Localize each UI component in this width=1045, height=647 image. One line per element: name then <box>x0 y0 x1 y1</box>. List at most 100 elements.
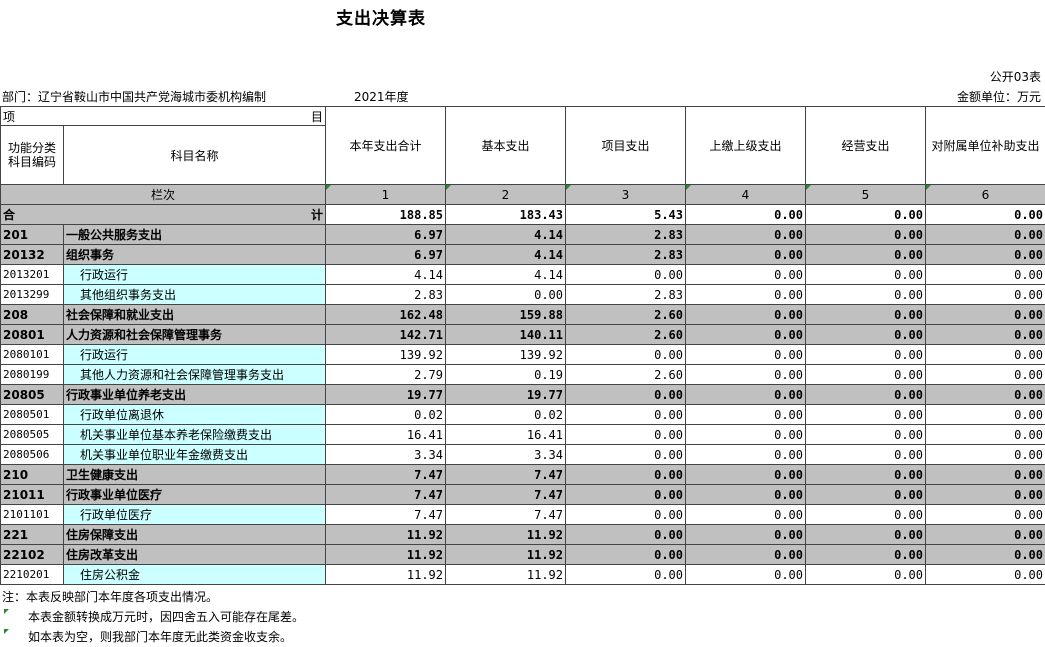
amount-cell: 0.00 <box>686 485 806 505</box>
total-value: 0.00 <box>806 205 926 225</box>
amount-cell: 0.00 <box>686 285 806 305</box>
amount-cell: 0.00 <box>806 405 926 425</box>
subject-name: 卫生健康支出 <box>64 465 326 485</box>
amount-cell: 142.71 <box>326 325 446 345</box>
col-header-basic: 基本支出 <box>446 107 566 185</box>
amount-cell: 0.00 <box>566 565 686 585</box>
subject-code: 20805 <box>1 385 64 405</box>
amount-cell: 0.00 <box>566 545 686 565</box>
amount-cell: 0.00 <box>566 265 686 285</box>
amount-cell: 159.88 <box>446 305 566 325</box>
amount-cell: 6.97 <box>326 245 446 265</box>
notes: 注：本表反映部门本年度各项支出情况。 本表金额转换成万元时，因四舍五入可能存在尾… <box>2 587 304 647</box>
total-value: 188.85 <box>326 205 446 225</box>
amount-cell: 0.00 <box>926 485 1045 505</box>
year-label: 2021年度 <box>354 88 409 105</box>
amount-cell: 0.00 <box>806 245 926 265</box>
total-row: 合 计 188.85 183.43 5.43 0.00 0.00 0.00 <box>1 205 1045 225</box>
col-number: 2 <box>446 185 566 205</box>
amount-cell: 2.83 <box>566 245 686 265</box>
subject-name: 住房改革支出 <box>64 545 326 565</box>
amount-cell: 11.92 <box>326 525 446 545</box>
amount-cell: 0.00 <box>806 545 926 565</box>
subject-name: 机关事业单位基本养老保险缴费支出 <box>64 425 326 445</box>
table-row: 210卫生健康支出7.477.470.000.000.000.00 <box>1 465 1045 485</box>
amount-cell: 0.00 <box>926 345 1045 365</box>
amount-cell: 0.00 <box>806 385 926 405</box>
amount-cell: 0.00 <box>926 305 1045 325</box>
amount-cell: 0.19 <box>446 365 566 385</box>
code-header: 功能分类科目编码 <box>1 126 64 185</box>
amount-cell: 0.00 <box>686 245 806 265</box>
amount-cell: 2.83 <box>566 285 686 305</box>
amount-cell: 0.00 <box>686 305 806 325</box>
subject-code: 208 <box>1 305 64 325</box>
total-left-label: 合 <box>3 206 15 223</box>
subject-name: 组织事务 <box>64 245 326 265</box>
amount-cell: 0.00 <box>566 425 686 445</box>
subject-name: 行政运行 <box>64 265 326 285</box>
amount-cell: 0.00 <box>806 445 926 465</box>
subject-name: 其他组织事务支出 <box>64 285 326 305</box>
amount-cell: 16.41 <box>326 425 446 445</box>
amount-cell: 162.48 <box>326 305 446 325</box>
total-value: 5.43 <box>566 205 686 225</box>
subject-name: 行政单位医疗 <box>64 505 326 525</box>
amount-cell: 0.00 <box>686 445 806 465</box>
amount-cell: 6.97 <box>326 225 446 245</box>
amount-cell: 0.00 <box>806 325 926 345</box>
amount-cell: 2.79 <box>326 365 446 385</box>
amount-cell: 0.00 <box>926 265 1045 285</box>
amount-cell: 0.00 <box>566 465 686 485</box>
subject-code: 210 <box>1 465 64 485</box>
subject-code: 2101101 <box>1 505 64 525</box>
amount-cell: 11.92 <box>446 565 566 585</box>
table-row: 2080506机关事业单位职业年金缴费支出3.343.340.000.000.0… <box>1 445 1045 465</box>
amount-cell: 2.60 <box>566 305 686 325</box>
amount-cell: 140.11 <box>446 325 566 345</box>
amount-cell: 0.00 <box>566 345 686 365</box>
subject-code: 20132 <box>1 245 64 265</box>
amount-cell: 0.00 <box>686 425 806 445</box>
table-row: 2013201行政运行4.144.140.000.000.000.00 <box>1 265 1045 285</box>
amount-cell: 11.92 <box>446 545 566 565</box>
total-value: 0.00 <box>926 205 1045 225</box>
table-row: 201一般公共服务支出6.974.142.830.000.000.00 <box>1 225 1045 245</box>
col-number: 6 <box>926 185 1045 205</box>
amount-cell: 0.00 <box>686 525 806 545</box>
amount-cell: 0.00 <box>926 445 1045 465</box>
subject-code: 20801 <box>1 325 64 345</box>
subject-code: 2210201 <box>1 565 64 585</box>
note-line: 如本表为空，则我部门本年度无此类资金收支余。 <box>2 627 304 647</box>
amount-cell: 0.00 <box>566 445 686 465</box>
amount-cell: 139.92 <box>326 345 446 365</box>
amount-cell: 3.34 <box>446 445 566 465</box>
subject-name: 其他人力资源和社会保障管理事务支出 <box>64 365 326 385</box>
amount-cell: 0.00 <box>926 525 1045 545</box>
subject-code: 221 <box>1 525 64 545</box>
subject-name: 一般公共服务支出 <box>64 225 326 245</box>
table-row: 2080199其他人力资源和社会保障管理事务支出2.790.192.600.00… <box>1 365 1045 385</box>
table-row: 2013299其他组织事务支出2.830.002.830.000.000.00 <box>1 285 1045 305</box>
col-header-total: 本年支出合计 <box>326 107 446 185</box>
amount-cell: 19.77 <box>446 385 566 405</box>
amount-cell: 0.00 <box>806 565 926 585</box>
amount-cell: 7.47 <box>326 485 446 505</box>
department-label: 部门：辽宁省鞍山市中国共产党海城市委机构编制 <box>2 88 266 105</box>
amount-cell: 19.77 <box>326 385 446 405</box>
amount-cell: 0.00 <box>806 285 926 305</box>
subject-code: 201 <box>1 225 64 245</box>
amount-cell: 4.14 <box>446 265 566 285</box>
subject-name: 机关事业单位职业年金缴费支出 <box>64 445 326 465</box>
subject-code: 2080505 <box>1 425 64 445</box>
amount-cell: 0.00 <box>806 485 926 505</box>
col-number: 4 <box>686 185 806 205</box>
table-row: 2101101行政单位医疗7.477.470.000.000.000.00 <box>1 505 1045 525</box>
amount-cell: 0.00 <box>566 525 686 545</box>
expenditure-table: 项 目 本年支出合计 基本支出 项目支出 上缴上级支出 经营支出 对附属单位补助… <box>0 106 1045 585</box>
col-number: 5 <box>806 185 926 205</box>
table-row: 2080101行政运行139.92139.920.000.000.000.00 <box>1 345 1045 365</box>
amount-cell: 7.47 <box>446 505 566 525</box>
amount-cell: 2.83 <box>326 285 446 305</box>
amount-cell: 139.92 <box>446 345 566 365</box>
